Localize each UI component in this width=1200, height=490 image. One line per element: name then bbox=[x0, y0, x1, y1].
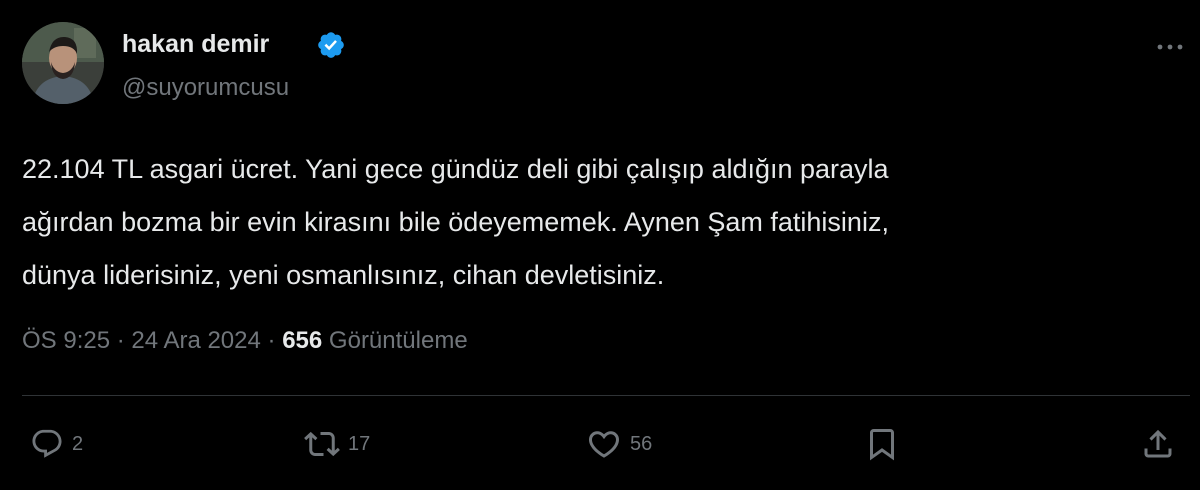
tweet-text-line: 22.104 TL asgari ücret. Yani gece gündüz… bbox=[22, 154, 889, 184]
tweet-text: 22.104 TL asgari ücret. Yani gece gündüz… bbox=[22, 143, 1187, 302]
meta-separator: · bbox=[267, 327, 276, 354]
verified-badge-icon[interactable] bbox=[316, 30, 346, 60]
like-button[interactable]: 56 bbox=[586, 422, 652, 466]
reply-count: 2 bbox=[72, 432, 84, 455]
retweet-icon bbox=[304, 431, 340, 457]
tweet-meta: ÖS 9:25 · 24 Ara 2024 · 656 Görüntüleme bbox=[22, 324, 468, 358]
views-label: Görüntüleme bbox=[328, 327, 468, 354]
retweet-button[interactable]: 17 bbox=[304, 422, 370, 466]
share-button[interactable] bbox=[1140, 422, 1176, 466]
views-count: 656 bbox=[282, 327, 323, 354]
meta-separator: · bbox=[116, 327, 125, 354]
share-icon bbox=[1144, 429, 1172, 458]
tweet-text-line: ağırdan bozma bir evin kirasını bile öde… bbox=[22, 207, 889, 237]
tweet-time[interactable]: ÖS 9:25 bbox=[22, 327, 110, 354]
avatar[interactable] bbox=[22, 22, 104, 104]
tweet-date[interactable]: 24 Ara 2024 bbox=[131, 327, 260, 354]
tweet-text-line: dünya liderisiniz, yeni osmanlısınız, ci… bbox=[22, 260, 665, 290]
retweet-count: 17 bbox=[348, 432, 371, 455]
bookmark-icon bbox=[870, 429, 894, 461]
more-dots-icon bbox=[1157, 44, 1183, 50]
author-display-name[interactable]: hakan demir bbox=[122, 28, 269, 60]
author-handle[interactable]: @suyorumcusu bbox=[122, 72, 289, 104]
reply-button[interactable]: 2 bbox=[30, 422, 83, 466]
like-count: 56 bbox=[630, 432, 653, 455]
heart-icon bbox=[588, 431, 620, 458]
avatar-image bbox=[22, 22, 104, 104]
bookmark-button[interactable] bbox=[864, 422, 900, 466]
reply-icon bbox=[32, 429, 62, 458]
more-options-button[interactable] bbox=[1150, 32, 1190, 62]
divider bbox=[22, 395, 1190, 396]
